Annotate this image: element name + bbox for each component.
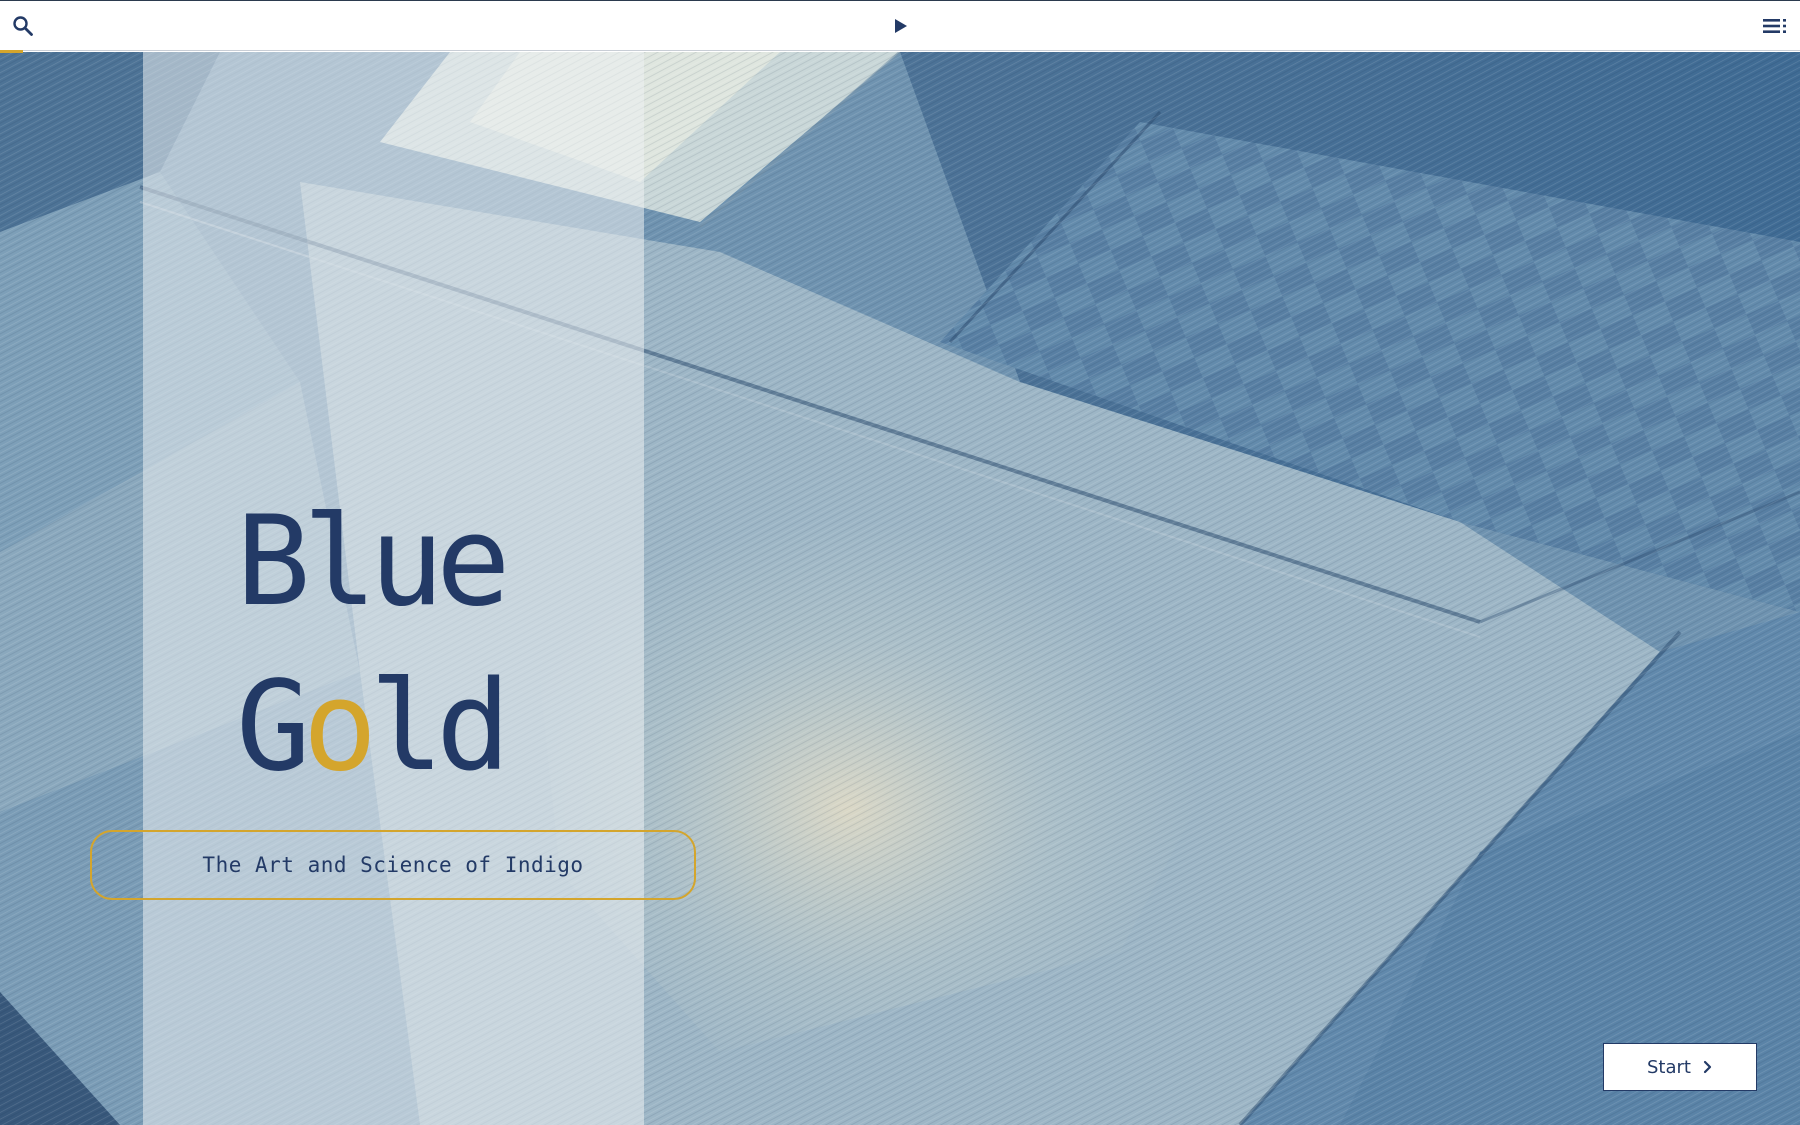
menu-button[interactable] [1760,11,1790,41]
title-letter: l [369,655,444,799]
progress-indicator [0,50,24,53]
title-letter: u [369,490,444,634]
title-letter-accent: o [302,655,378,799]
play-button[interactable] [886,11,916,41]
title-letter: B [236,490,311,634]
page: Blue Gold The Art and Science of Indigo … [0,0,1800,1125]
title-letter: e [435,490,511,634]
title-word-blue: Blue [236,500,566,624]
start-button-label: Start [1647,1056,1691,1078]
search-button[interactable] [8,11,38,41]
start-button[interactable]: Start [1603,1043,1757,1091]
title-word-gold: Gold [236,665,566,789]
chevron-right-icon [1703,1060,1712,1074]
top-toolbar [0,0,1800,51]
title-letter: d [435,655,511,799]
play-icon [895,19,907,33]
menu-list-icon [1763,19,1786,33]
search-icon [13,16,33,36]
title-letter: G [236,655,311,799]
subtitle-text: The Art and Science of Indigo [202,853,584,877]
subtitle-pill: The Art and Science of Indigo [90,830,696,900]
title-letter: l [302,490,378,634]
